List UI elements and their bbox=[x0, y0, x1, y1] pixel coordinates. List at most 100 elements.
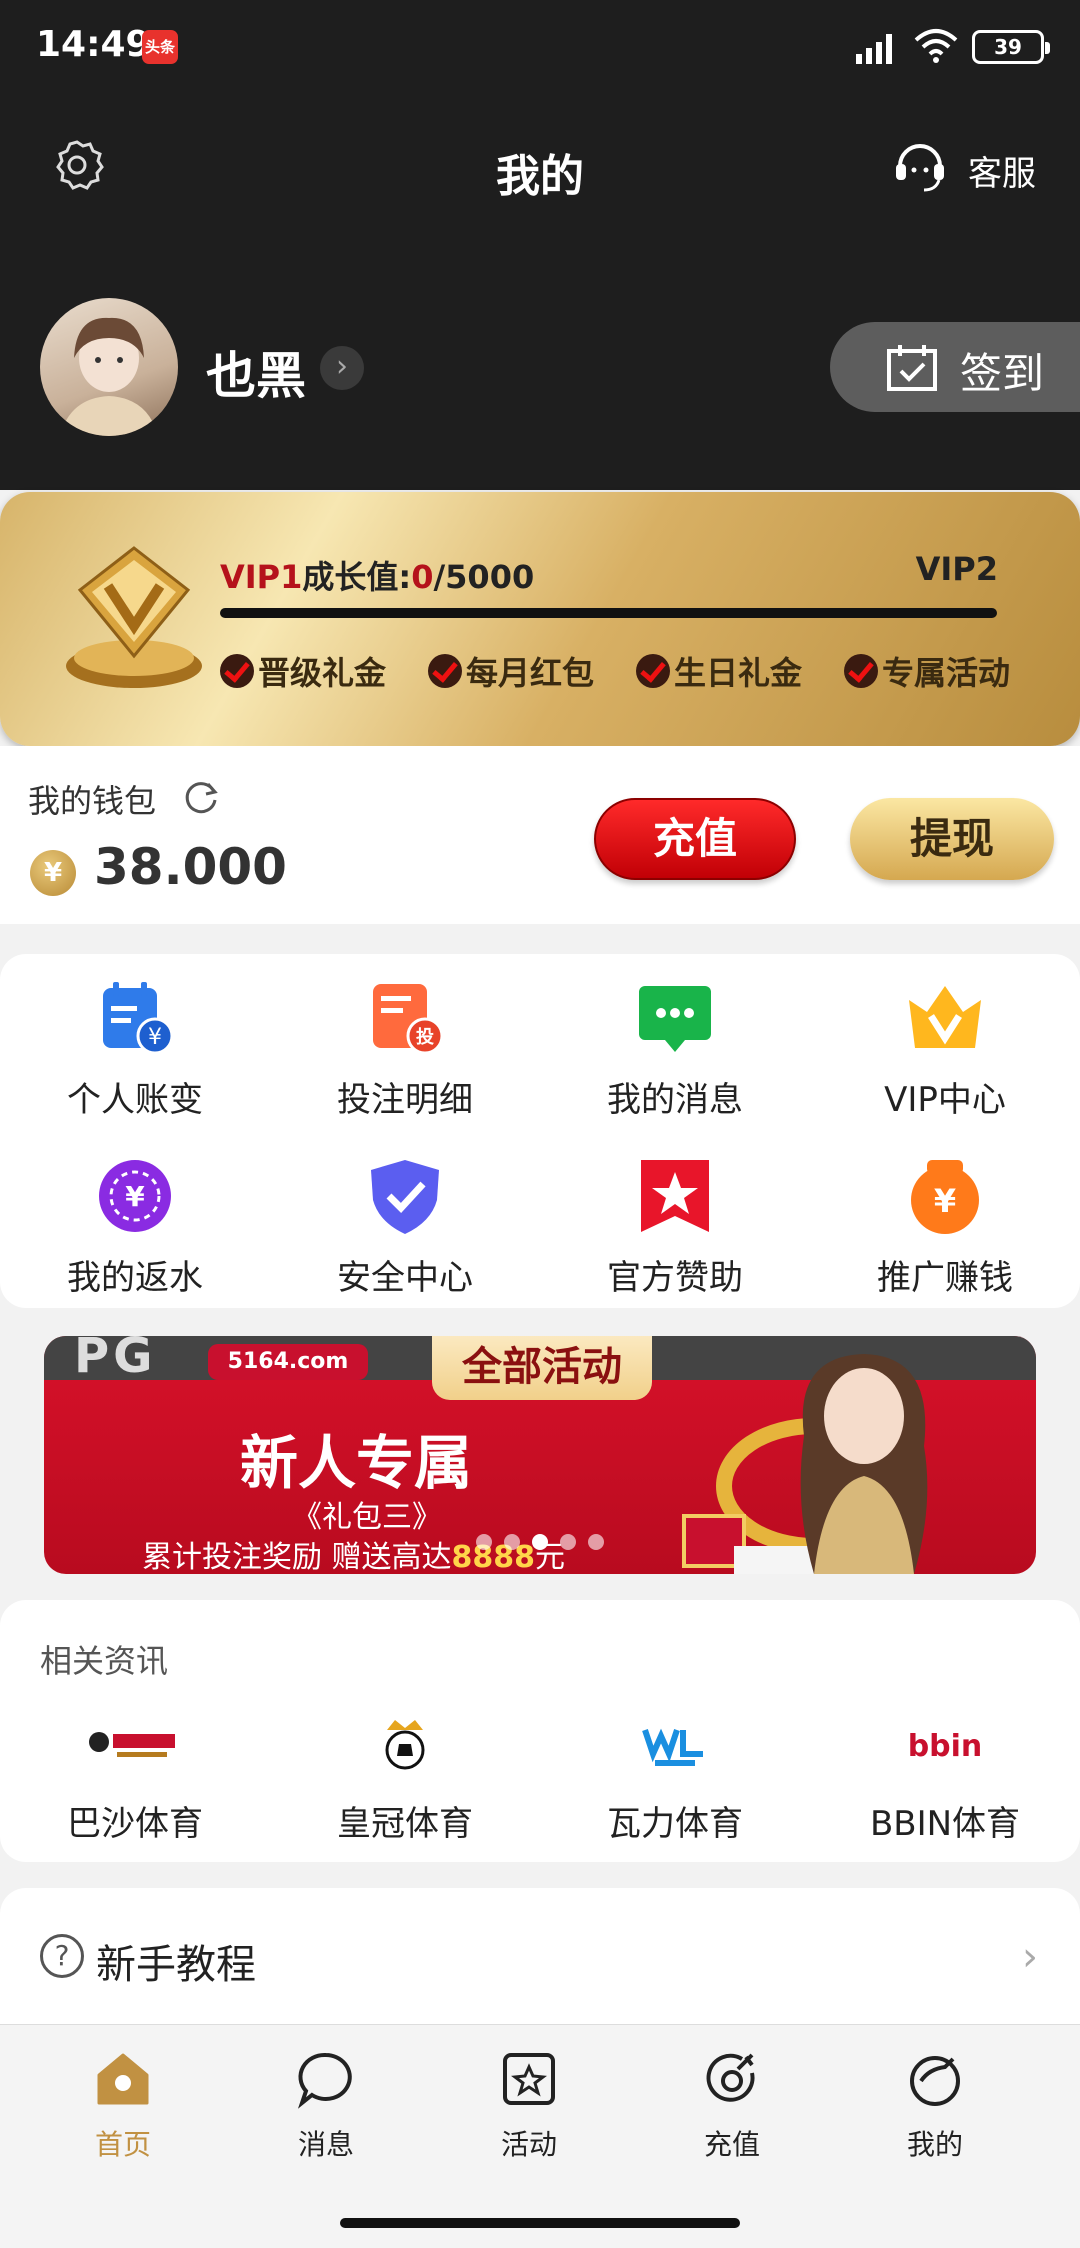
check-icon bbox=[843, 654, 878, 688]
grid-item-rebate[interactable]: ¥ 我的返水 bbox=[0, 1132, 270, 1302]
banner-pg-logo: PG bbox=[74, 1336, 157, 1384]
svg-text:投: 投 bbox=[416, 1026, 434, 1048]
vip-growth-max: /5000 bbox=[433, 558, 535, 596]
banner-site: 5164.com bbox=[208, 1344, 368, 1380]
avatar[interactable] bbox=[40, 298, 178, 436]
wallet-balance: 38.000 bbox=[94, 838, 287, 896]
vip-perk: 晋级礼金 bbox=[220, 648, 386, 694]
refresh-icon[interactable] bbox=[182, 778, 220, 816]
chat-icon bbox=[297, 2052, 352, 2109]
grid-item-label: 官方赞助 bbox=[607, 1258, 743, 1298]
activity-icon bbox=[503, 2053, 555, 2105]
recharge-button[interactable]: 充值 bbox=[594, 798, 796, 880]
wallet-panel: 我的钱包 ¥ 38.000 充值 提现 bbox=[0, 746, 1080, 924]
banner-model-image bbox=[800, 1354, 928, 1574]
home-indicator[interactable] bbox=[340, 2218, 740, 2228]
vip-perk-label: 生日礼金 bbox=[673, 654, 802, 692]
grid-item-label: 投注明细 bbox=[337, 1080, 473, 1120]
check-icon bbox=[427, 654, 462, 688]
grid-item-label: 安全中心 bbox=[337, 1258, 473, 1298]
pagination-dot[interactable] bbox=[560, 1534, 576, 1550]
promote-money-icon: ¥ bbox=[911, 1160, 979, 1234]
calendar-check-icon bbox=[887, 345, 937, 391]
vip-crown-icon bbox=[909, 986, 981, 1048]
grid-item-promote[interactable]: ¥ 推广赚钱 bbox=[810, 1132, 1080, 1302]
vip-current-level: VIP1 bbox=[220, 558, 303, 596]
banner-pagination bbox=[476, 1534, 604, 1550]
vip-card[interactable]: VIP1成长值:0/5000 VIP2 晋级礼金 每月红包 生日礼金 专属活动 bbox=[0, 492, 1080, 746]
pagination-dot[interactable] bbox=[504, 1534, 520, 1550]
tab-profile[interactable]: 我的 bbox=[855, 2049, 1015, 2169]
question-icon: ? bbox=[40, 1934, 84, 1978]
tab-activities[interactable]: 活动 bbox=[449, 2049, 609, 2169]
home-icon bbox=[97, 2053, 149, 2105]
pagination-dot[interactable] bbox=[588, 1534, 604, 1550]
vip-growth-text: VIP1成长值:0/5000 bbox=[220, 552, 534, 598]
tutorial-row[interactable]: ? 新手教程 › bbox=[0, 1888, 1080, 2028]
grid-item-label: 个人账变 bbox=[67, 1080, 203, 1120]
tab-label: 我的 bbox=[906, 2128, 963, 2161]
tab-label: 充值 bbox=[703, 2128, 760, 2161]
tab-home[interactable]: 首页 bbox=[43, 2049, 203, 2169]
customer-service-label[interactable]: 客服 bbox=[968, 146, 1036, 195]
profile-header: 14:49 头条 39 我的 客服 也黑 › 签到 bbox=[0, 0, 1080, 490]
signal-icon bbox=[856, 34, 892, 64]
tab-messages[interactable]: 消息 bbox=[246, 2049, 406, 2169]
vip-perk: 专属活动 bbox=[843, 648, 1010, 694]
vip-perk: 生日礼金 bbox=[635, 648, 802, 694]
wifi-icon bbox=[914, 29, 958, 63]
vip-next-level: VIP2 bbox=[915, 550, 998, 588]
news-item-label: 瓦力体育 bbox=[607, 1804, 743, 1844]
bottom-tab-bar: 首页 消息 活动 充值 我的 bbox=[0, 2024, 1080, 2248]
banner-desc-prefix: 累计投注奖励 赠送高达 bbox=[142, 1540, 452, 1574]
profile-icon bbox=[910, 2056, 960, 2106]
chevron-right-icon: › bbox=[1022, 1934, 1038, 1980]
bet-detail-icon: 投 bbox=[373, 984, 444, 1055]
sponsor-star-icon bbox=[641, 1160, 709, 1232]
promo-banner[interactable]: PG 5164.com 全部活动 新人专属 《礼包三》 累计投注奖励 赠送高达8… bbox=[44, 1336, 1036, 1574]
banner-headline: 新人专属 bbox=[240, 1429, 473, 1497]
news-item-basha[interactable]: 巴沙体育 bbox=[0, 1700, 270, 1850]
vip-badge-icon bbox=[66, 546, 202, 688]
signin-button[interactable]: 签到 bbox=[830, 322, 1080, 412]
username[interactable]: 也黑 bbox=[206, 336, 306, 408]
tab-recharge[interactable]: 充值 bbox=[652, 2049, 812, 2169]
svg-text:bbin: bbin bbox=[908, 1729, 983, 1764]
withdraw-button[interactable]: 提现 bbox=[850, 798, 1054, 880]
vip-progress-bar bbox=[220, 608, 997, 618]
news-item-label: BBIN体育 bbox=[869, 1804, 1021, 1844]
pagination-dot[interactable] bbox=[476, 1534, 492, 1550]
account-change-icon: ¥ bbox=[103, 982, 174, 1055]
news-item-label: 巴沙体育 bbox=[67, 1804, 203, 1844]
coin-icon: ¥ bbox=[30, 850, 76, 896]
wali-logo bbox=[642, 1728, 703, 1766]
all-activities-tab[interactable]: 全部活动 bbox=[432, 1336, 652, 1400]
vip-perk-label: 专属活动 bbox=[881, 654, 1010, 692]
grid-item-messages[interactable]: 我的消息 bbox=[540, 954, 810, 1124]
status-bar: 14:49 头条 39 bbox=[0, 0, 1080, 96]
news-item-bbin[interactable]: bbin BBIN体育 bbox=[810, 1700, 1080, 1850]
svg-text:¥: ¥ bbox=[148, 1025, 162, 1050]
vip-perk: 每月红包 bbox=[427, 648, 594, 694]
related-news-panel: 相关资讯 巴沙体育 皇冠体育 瓦力体育 bbin BBIN体育 bbox=[0, 1600, 1080, 1862]
grid-item-label: 我的返水 bbox=[67, 1258, 203, 1298]
grid-item-sponsor[interactable]: 官方赞助 bbox=[540, 1132, 810, 1302]
grid-item-account-change[interactable]: ¥ 个人账变 bbox=[0, 954, 270, 1124]
grid-item-vip-center[interactable]: VIP中心 bbox=[810, 954, 1080, 1124]
grid-item-security[interactable]: 安全中心 bbox=[270, 1132, 540, 1302]
grid-item-bet-detail[interactable]: 投 投注明细 bbox=[270, 954, 540, 1124]
pagination-dot-active[interactable] bbox=[532, 1534, 548, 1550]
status-time: 14:49 bbox=[36, 24, 151, 65]
customer-service-icon[interactable] bbox=[890, 136, 950, 196]
basha-logo bbox=[89, 1732, 175, 1757]
toutiao-app-icon: 头条 bbox=[142, 30, 178, 64]
chevron-right-icon[interactable]: › bbox=[320, 346, 364, 390]
check-icon bbox=[220, 654, 254, 688]
crown-logo bbox=[385, 1720, 425, 1770]
news-item-crown[interactable]: 皇冠体育 bbox=[270, 1700, 540, 1850]
news-item-wali[interactable]: 瓦力体育 bbox=[540, 1700, 810, 1850]
grid-item-label: 推广赚钱 bbox=[877, 1258, 1013, 1298]
news-item-label: 皇冠体育 bbox=[337, 1804, 473, 1844]
signin-label: 签到 bbox=[960, 349, 1045, 398]
tutorial-label: 新手教程 bbox=[96, 1942, 256, 1988]
